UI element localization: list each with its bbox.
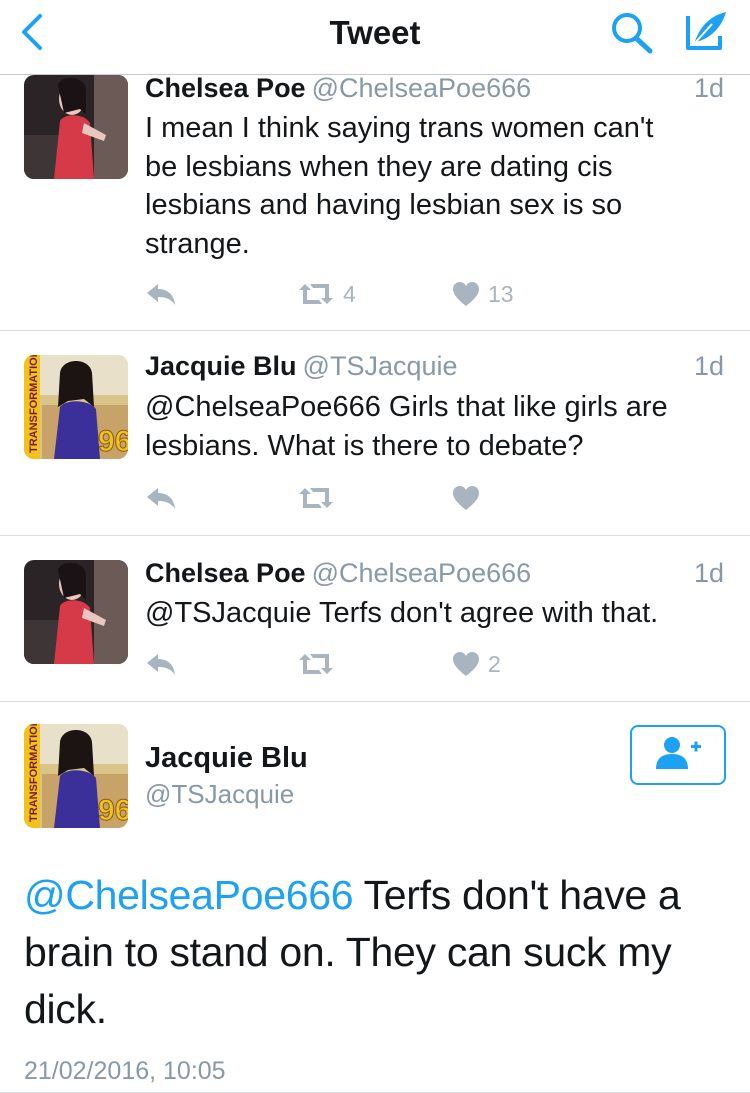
tweet-text-line: I mean I think saying trans women can't: [145, 112, 654, 144]
avatar[interactable]: TRANSFORMATION 96: [24, 724, 128, 828]
mention-link[interactable]: @ChelseaPoe666: [24, 872, 354, 918]
tweet-text-line: @TSJacquie Terfs don't agree with that.: [145, 597, 659, 629]
reply-button[interactable]: [145, 482, 177, 514]
tweet-text-line: @ChelseaPoe666 Terfs don't have a: [24, 867, 720, 924]
tweet-time: 1d: [693, 351, 724, 381]
heart-icon: [452, 651, 480, 677]
retweet-button[interactable]: 4: [297, 278, 356, 310]
reply-button[interactable]: [145, 278, 177, 310]
like-count: 2: [488, 650, 501, 677]
tweet-text: I mean I think saying trans women can't …: [145, 109, 724, 263]
tweet-text-line: dick.: [24, 986, 107, 1032]
tweet-text-line: @ChelseaPoe666 Girls that like girls are: [145, 391, 668, 423]
retweet-button[interactable]: [297, 648, 343, 680]
author-name[interactable]: Chelsea Poe: [145, 558, 306, 588]
avatar-badge: 96: [98, 794, 128, 827]
like-count: 13: [488, 280, 514, 307]
author-handle[interactable]: @ChelseaPoe666: [312, 558, 532, 588]
like-button[interactable]: 2: [452, 648, 501, 680]
tweet-header: Chelsea Poe @ChelseaPoe666 1d: [145, 73, 724, 107]
tweet-actions: 4 13: [145, 278, 565, 310]
avatar[interactable]: TRANSFORMATION 96: [24, 355, 128, 459]
tweet-header: Chelsea Poe @ChelseaPoe666 1d: [145, 558, 724, 592]
like-button[interactable]: 13: [452, 278, 514, 310]
heart-icon: [452, 281, 480, 307]
avatar-side-text: TRANSFORMATION: [28, 724, 40, 822]
retweet-icon: [297, 651, 335, 677]
tweet-actions: [145, 482, 565, 514]
avatar-badge: 96: [98, 425, 128, 458]
tweet-text-line: strange.: [145, 227, 250, 260]
tweet-timestamp: 21/02/2016, 10:05: [24, 1057, 226, 1085]
heart-icon: [452, 485, 480, 511]
tweet-time: 1d: [693, 73, 724, 103]
tweet-item[interactable]: Chelsea Poe @ChelseaPoe666 1d @TSJacquie …: [0, 536, 750, 702]
tweet-text-line: be lesbians when they are dating cis: [145, 150, 613, 183]
search-icon[interactable]: [608, 10, 656, 54]
reply-icon: [145, 651, 177, 677]
reply-icon: [145, 485, 177, 511]
tweet-text: @TSJacquie Terfs don't agree with that.: [145, 594, 724, 633]
reply-button[interactable]: [145, 648, 177, 680]
like-button[interactable]: [452, 482, 488, 514]
author-handle[interactable]: @ChelseaPoe666: [312, 73, 532, 103]
retweet-icon: [297, 281, 335, 307]
tweet-text-segment: Terfs don't have a: [353, 872, 681, 918]
tweet-text: @ChelseaPoe666 Girls that like girls are…: [145, 388, 724, 465]
tweet-item[interactable]: TRANSFORMATION 96 Jacquie Blu @TSJacquie …: [0, 331, 750, 536]
tweet-text-line: lesbians. What is there to debate?: [145, 429, 584, 462]
tweet-text-line: brain to stand on. They can suck my: [24, 929, 672, 975]
tweet-item[interactable]: Chelsea Poe @ChelseaPoe666 1d I mean I th…: [0, 73, 750, 331]
author-name[interactable]: Jacquie Blu: [145, 351, 297, 381]
navigation-bar: Tweet: [0, 0, 750, 75]
tweet-time: 1d: [693, 558, 724, 588]
reply-icon: [145, 281, 177, 307]
author-handle[interactable]: @TSJacquie: [303, 351, 458, 381]
retweet-button[interactable]: [297, 482, 343, 514]
retweet-count: 4: [343, 280, 356, 307]
tweet-text-line: lesbians and having lesbian sex is so: [145, 189, 623, 221]
author-handle[interactable]: @TSJacquie: [145, 779, 294, 810]
author-name[interactable]: Chelsea Poe: [145, 73, 306, 103]
author-name[interactable]: Jacquie Blu: [145, 742, 308, 775]
retweet-icon: [297, 485, 335, 511]
tweet-actions: 2: [145, 648, 565, 680]
avatar[interactable]: [24, 560, 128, 664]
follow-button[interactable]: [630, 725, 726, 785]
tweet-text: @ChelseaPoe666 Terfs don't have a brain …: [24, 867, 720, 1038]
add-user-icon: [652, 735, 704, 776]
avatar[interactable]: [24, 75, 128, 179]
tweet-header: Jacquie Blu @TSJacquie 1d: [145, 351, 724, 385]
compose-icon[interactable]: [682, 8, 730, 54]
avatar-side-text: TRANSFORMATION: [28, 355, 40, 453]
